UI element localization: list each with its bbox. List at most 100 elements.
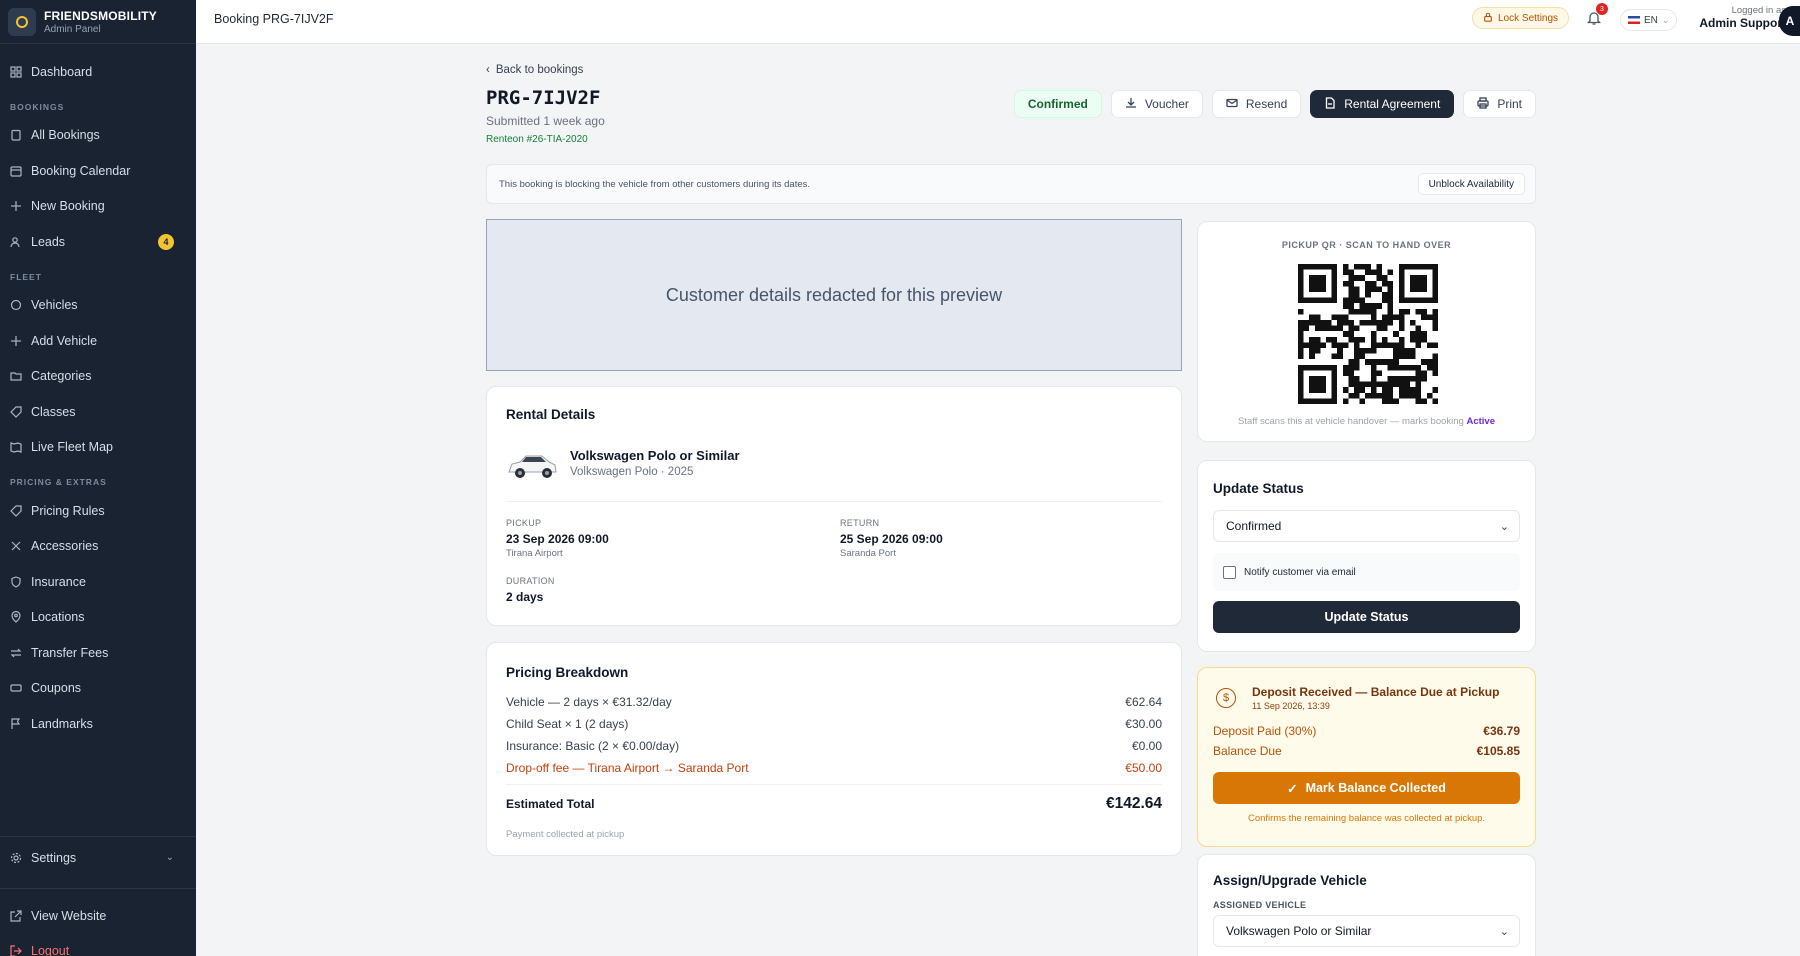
total-amount: €142.64 [1105, 795, 1162, 812]
status-select-value: Confirmed [1226, 519, 1282, 533]
price-label: Vehicle — 2 days × €31.32/day [506, 695, 672, 709]
deposit-card: $ Deposit Received — Balance Due at Pick… [1197, 667, 1536, 847]
sidebar-item-label: Dashboard [31, 64, 93, 79]
sidebar-item-booking-calendar[interactable]: Booking Calendar [0, 153, 196, 189]
status-select[interactable]: Confirmed ⌄ [1213, 510, 1520, 542]
rental-agreement-button[interactable]: Rental Agreement [1310, 90, 1455, 118]
chevron-down-icon: ⌄ [1499, 520, 1509, 533]
flag-icon [10, 718, 22, 730]
brand-sub: Admin Panel [44, 23, 101, 35]
users-icon [10, 236, 22, 248]
dollar-icon: $ [1216, 688, 1236, 708]
update-status-card: Update Status Confirmed ⌄ Notify custome… [1197, 460, 1536, 652]
sidebar-item-locations[interactable]: Locations [0, 600, 196, 636]
sidebar-item-live-fleet-map[interactable]: Live Fleet Map [0, 430, 196, 466]
balance-due-label: Balance Due [1213, 744, 1282, 758]
sidebar-item-label: New Booking [31, 199, 105, 214]
leads-badge: 4 [158, 233, 174, 250]
update-status-title: Update Status [1213, 481, 1304, 496]
tag-icon [10, 406, 22, 418]
document-icon [1324, 96, 1336, 112]
avatar[interactable]: A [1779, 6, 1800, 36]
sidebar-item-label: Live Fleet Map [31, 440, 113, 455]
sidebar-item-new-booking[interactable]: New Booking [0, 189, 196, 225]
language-label: EN [1644, 14, 1658, 26]
unblock-availability-button[interactable]: Unblock Availability [1417, 173, 1525, 195]
pricing-title: Pricing Breakdown [506, 665, 629, 680]
sidebar-item-logout[interactable]: Logout [0, 933, 196, 956]
mark-balance-collected-button[interactable]: ✓ Mark Balance Collected [1213, 772, 1520, 804]
total-row: Estimated Total €142.64 [506, 795, 1162, 813]
qr-note: Staff scans this at vehicle handover — m… [1198, 416, 1535, 427]
sidebar-item-label: Coupons [31, 681, 82, 696]
resend-button[interactable]: Resend [1211, 90, 1302, 118]
user-name: Admin Support [1699, 16, 1786, 30]
flag-icon [1628, 16, 1640, 24]
rental-details-card: Rental Details Volkswagen Polo or Simila… [486, 386, 1182, 626]
assigned-vehicle-value: Volkswagen Polo or Similar [1226, 924, 1372, 938]
voucher-button[interactable]: Voucher [1110, 90, 1203, 118]
external-link-icon [10, 910, 22, 922]
action-bar: Confirmed Voucher Resend Rental Agreemen… [1013, 90, 1536, 118]
sidebar-item-accessories[interactable]: Accessories [0, 529, 196, 565]
print-label: Print [1497, 97, 1522, 111]
balance-due-row: Balance Due €105.85 [1213, 744, 1520, 758]
divider [0, 836, 196, 837]
return-info: RETURN 25 Sep 2026 09:00 Saranda Port [840, 518, 943, 559]
vehicle-model-year: Volkswagen Polo · 2025 [570, 466, 694, 478]
payment-note: Payment collected at pickup [506, 829, 625, 840]
return-location: Saranda Port [840, 548, 896, 559]
duration-label: DURATION [506, 576, 555, 586]
sidebar-item-coupons[interactable]: Coupons [0, 671, 196, 707]
submitted-time: Submitted 1 week ago [486, 114, 605, 128]
pickup-location: Tirana Airport [506, 548, 563, 559]
notice-text: This booking is blocking the vehicle fro… [499, 178, 811, 190]
sidebar-item-label: Classes [31, 404, 76, 419]
back-to-bookings-link[interactable]: ‹ Back to bookings [486, 64, 583, 76]
sidebar-item-settings[interactable]: Settings ⌄ [0, 840, 196, 876]
sidebar-item-pricing-rules[interactable]: Pricing Rules [0, 493, 196, 529]
sidebar-item-categories[interactable]: Categories [0, 359, 196, 395]
deposit-date: 11 Sep 2026, 13:39 [1252, 701, 1330, 711]
calendar-icon [10, 165, 22, 177]
sidebar-item-classes[interactable]: Classes [0, 394, 196, 430]
sidebar-item-insurance[interactable]: Insurance [0, 564, 196, 600]
notify-checkbox[interactable] [1223, 565, 1236, 579]
logout-icon [10, 945, 22, 956]
price-label: Insurance: Basic (2 × €0.00/day) [506, 739, 680, 753]
sidebar-item-transfer-fees[interactable]: Transfer Fees [0, 635, 196, 671]
sidebar-item-label: Locations [31, 610, 85, 625]
download-icon [1125, 97, 1137, 112]
gear-icon [10, 852, 22, 864]
sidebar-item-view-website[interactable]: View Website [0, 898, 196, 934]
arrows-icon [10, 647, 22, 659]
mark-balance-label: Mark Balance Collected [1305, 781, 1446, 795]
sidebar-item-label: Accessories [31, 539, 99, 554]
deposit-note: Confirms the remaining balance was colle… [1247, 813, 1486, 824]
sidebar-item-add-vehicle[interactable]: Add Vehicle [0, 323, 196, 359]
pickup-date: 23 Sep 2026 09:00 [506, 532, 609, 546]
rental-details-title: Rental Details [506, 407, 596, 422]
qr-title: PICKUP QR · SCAN TO HAND OVER [1281, 240, 1452, 250]
assigned-vehicle-select[interactable]: Volkswagen Polo or Similar ⌄ [1213, 915, 1520, 947]
price-row: Vehicle — 2 days × €31.32/day €62.64 [506, 695, 1162, 709]
chevron-left-icon: ‹ [486, 64, 490, 76]
print-button[interactable]: Print [1463, 90, 1536, 118]
page-title: Booking PRG-7IJV2F [214, 12, 334, 26]
vehicle-name: Volkswagen Polo or Similar [570, 448, 740, 463]
brand-logo-icon [8, 7, 36, 36]
update-status-button[interactable]: Update Status [1213, 601, 1520, 633]
blocking-notice: This booking is blocking the vehicle fro… [486, 164, 1536, 204]
lock-settings-button[interactable]: Lock Settings [1472, 7, 1570, 29]
sidebar-item-landmarks[interactable]: Landmarks [0, 706, 196, 742]
sidebar-item-all-bookings[interactable]: All Bookings [0, 118, 196, 154]
logged-in-label: Logged in as [1731, 5, 1786, 16]
grid-icon [10, 66, 22, 78]
language-select[interactable]: EN ⌄ [1620, 9, 1678, 31]
sidebar-item-leads[interactable]: Leads 4 [0, 224, 196, 260]
sidebar-item-vehicles[interactable]: Vehicles [0, 288, 196, 324]
section-bookings: BOOKINGS [10, 101, 65, 112]
pickup-info: PICKUP 23 Sep 2026 09:00 Tirana Airport [506, 518, 609, 559]
sidebar-item-label: Transfer Fees [31, 645, 109, 660]
sidebar-item-dashboard[interactable]: Dashboard [0, 54, 196, 90]
